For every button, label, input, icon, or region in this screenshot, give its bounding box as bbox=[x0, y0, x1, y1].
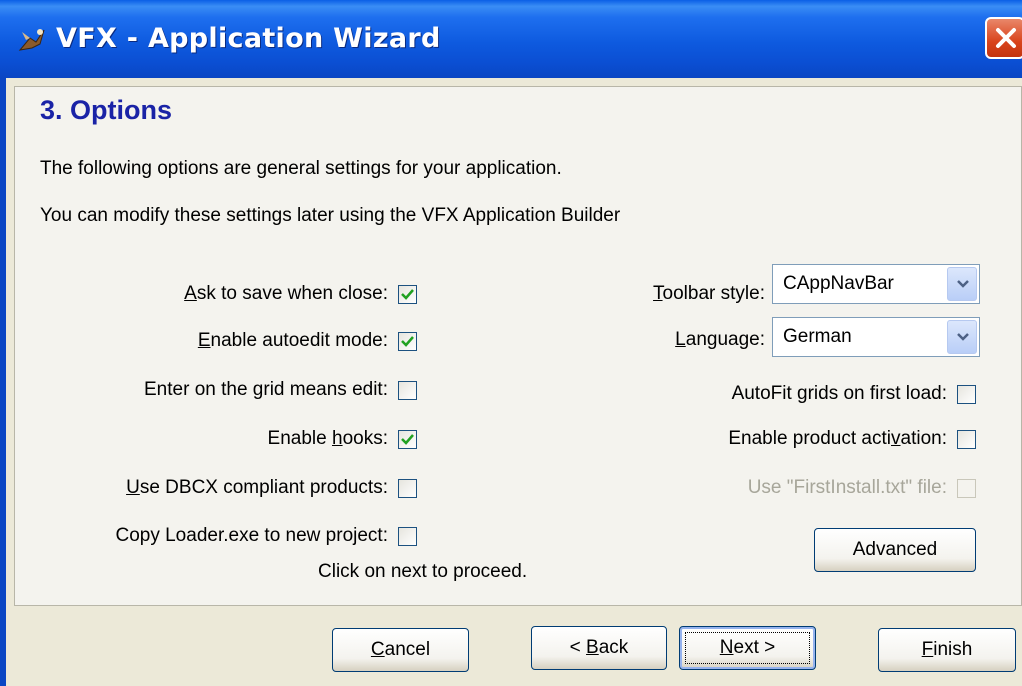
page-title: 3. Options bbox=[40, 95, 173, 125]
title-bar[interactable]: VFX - Application Wizard bbox=[0, 0, 1022, 78]
dropdown-button[interactable] bbox=[947, 320, 977, 354]
autofit-checkbox[interactable] bbox=[957, 385, 976, 404]
cancel-button[interactable]: Cancel bbox=[332, 628, 469, 672]
dropdown-button[interactable] bbox=[947, 267, 977, 301]
toolbar-style-label: Toolbar style: bbox=[653, 283, 765, 304]
autofit-label: AutoFit grids on first load: bbox=[731, 383, 947, 404]
copy-loader-checkbox[interactable] bbox=[398, 527, 417, 546]
window-title: VFX - Application Wizard bbox=[56, 23, 441, 54]
back-button[interactable]: < Back bbox=[531, 626, 667, 670]
finish-button[interactable]: Finish bbox=[878, 628, 1016, 672]
activation-label: Enable product activation: bbox=[728, 428, 947, 449]
next-button[interactable]: Next > bbox=[679, 626, 816, 670]
toolbar-style-value: CAppNavBar bbox=[783, 273, 894, 294]
dbcx-checkbox[interactable] bbox=[398, 479, 417, 498]
focus-rect bbox=[685, 632, 810, 664]
proceed-hint: Click on next to proceed. bbox=[318, 561, 528, 582]
copy-loader-label: Copy Loader.exe to new project: bbox=[115, 525, 388, 546]
autoedit-checkbox[interactable] bbox=[398, 332, 417, 351]
ask-save-label: Ask to save when close: bbox=[184, 283, 388, 304]
close-button[interactable] bbox=[985, 17, 1022, 59]
advanced-button[interactable]: Advanced bbox=[814, 528, 976, 572]
activation-checkbox[interactable] bbox=[957, 430, 976, 449]
intro-text-2: You can modify these settings later usin… bbox=[40, 205, 621, 226]
chevron-down-icon bbox=[957, 333, 969, 341]
firstinstall-label: Use "FirstInstall.txt" file: bbox=[747, 477, 947, 498]
app-icon bbox=[18, 29, 45, 51]
hooks-checkbox[interactable] bbox=[398, 430, 417, 449]
hooks-label: Enable hooks: bbox=[267, 428, 388, 449]
toolbar-style-select[interactable]: CAppNavBar bbox=[772, 264, 980, 304]
wizard-window: VFX - Application Wizard 3. Options The … bbox=[0, 0, 1022, 686]
checkmark-icon bbox=[401, 434, 414, 445]
language-label: Language: bbox=[675, 329, 765, 350]
dbcx-label: Use DBCX compliant products: bbox=[126, 477, 388, 498]
autoedit-label: Enable autoedit mode: bbox=[197, 330, 388, 351]
checkmark-icon bbox=[401, 289, 414, 300]
close-icon bbox=[996, 28, 1016, 48]
firstinstall-checkbox bbox=[957, 479, 976, 498]
language-select[interactable]: German bbox=[772, 317, 980, 357]
grid-edit-checkbox[interactable] bbox=[398, 381, 417, 400]
chevron-down-icon bbox=[957, 280, 969, 288]
language-value: German bbox=[783, 326, 852, 347]
grid-edit-label: Enter on the grid means edit: bbox=[144, 379, 388, 400]
window-frame bbox=[0, 78, 6, 686]
checkmark-icon bbox=[401, 336, 414, 347]
ask-save-checkbox[interactable] bbox=[398, 285, 417, 304]
intro-text-1: The following options are general settin… bbox=[40, 158, 562, 179]
